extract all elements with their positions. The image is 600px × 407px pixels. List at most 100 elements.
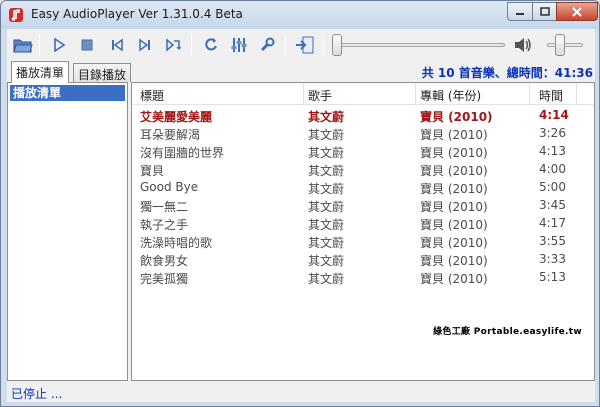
track-row[interactable]: 完美孤獨 其文蔚 寶貝 (2010) 5:13 (132, 269, 594, 287)
track-row-playing[interactable]: 艾美麗愛美麗 其文蔚 寶貝 (2010) 4:14 (132, 107, 594, 125)
close-icon (572, 6, 582, 17)
client-area: 播放清單 目錄播放 共 10 首音樂、總時間：41:36 播放清單 標題 歌手 … (7, 29, 595, 402)
track-album: 寶貝 (2010) (420, 110, 493, 124)
track-time: 3:45 (539, 198, 566, 212)
track-title: 獨一無二 (140, 200, 189, 214)
track-album: 寶貝 (2010) (420, 146, 488, 160)
column-divider[interactable] (415, 83, 416, 105)
column-header-time[interactable]: 時間 (539, 87, 563, 104)
track-artist: 其文蔚 (308, 254, 345, 268)
track-title: 耳朵要解渴 (140, 128, 201, 142)
track-title: 飲食男女 (140, 254, 189, 268)
playlist-panel: 播放清單 (7, 82, 128, 381)
track-artist: 其文蔚 (308, 218, 345, 232)
track-artist: 其文蔚 (308, 182, 345, 196)
track-time: 3:55 (539, 234, 566, 248)
track-artist: 其文蔚 (308, 146, 345, 160)
stop-button[interactable] (75, 33, 99, 57)
title-bar[interactable]: Easy AudioPlayer Ver 1.31.0.4 Beta (1, 1, 599, 29)
track-time: 5:00 (539, 180, 566, 194)
column-header-album[interactable]: 專輯 (年份) (420, 87, 481, 104)
wrench-icon (260, 37, 275, 52)
track-title: 艾美麗愛美麗 (140, 110, 213, 124)
repeat-icon (205, 38, 217, 51)
repeat-button[interactable] (199, 33, 223, 57)
track-album: 寶貝 (2010) (420, 128, 488, 142)
track-artist: 其文蔚 (308, 236, 345, 250)
track-row[interactable]: 獨一無二 其文蔚 寶貝 (2010) 3:45 (132, 197, 594, 215)
app-window: Easy AudioPlayer Ver 1.31.0.4 Beta 播放清單 … (0, 0, 600, 407)
minimize-button[interactable] (507, 2, 533, 21)
track-title: 完美孤獨 (140, 272, 189, 286)
play-button[interactable] (47, 33, 71, 57)
track-artist: 其文蔚 (308, 200, 345, 214)
track-time: 3:26 (539, 126, 566, 140)
maximize-icon (539, 7, 550, 16)
track-row[interactable]: 沒有圍牆的世界 其文蔚 寶貝 (2010) 4:13 (132, 143, 594, 161)
exit-icon (296, 36, 314, 54)
track-row[interactable]: 洗澡時唱的歌 其文蔚 寶貝 (2010) 3:55 (132, 233, 594, 251)
track-row[interactable]: 執子之手 其文蔚 寶貝 (2010) 4:17 (132, 215, 594, 233)
column-divider[interactable] (529, 83, 530, 105)
track-title: 洗澡時唱的歌 (140, 236, 213, 250)
mute-button[interactable] (511, 33, 535, 57)
playlist-summary: 共 10 首音樂、總時間：41:36 (421, 66, 593, 80)
column-divider[interactable] (303, 83, 304, 105)
random-button[interactable] (161, 33, 185, 57)
close-button[interactable] (556, 2, 598, 21)
track-album: 寶貝 (2010) (420, 236, 488, 250)
track-album: 寶貝 (2010) (420, 200, 488, 214)
settings-button[interactable] (255, 33, 279, 57)
equalizer-button[interactable] (227, 33, 251, 57)
track-time: 4:17 (539, 216, 566, 230)
previous-button[interactable] (105, 33, 129, 57)
toolbar-separator (39, 34, 40, 56)
track-album: 寶貝 (2010) (420, 218, 488, 232)
watermark: 綠色工廠 Portable.easylife.tw (433, 324, 582, 337)
status-bar: 已停止 ... (7, 383, 595, 402)
skip-next-icon (139, 38, 150, 52)
play-icon (54, 38, 66, 52)
speaker-icon (515, 38, 531, 52)
track-artist: 其文蔚 (308, 128, 345, 142)
track-title: Good Bye (140, 180, 199, 194)
track-row[interactable]: 耳朵要解渴 其文蔚 寶貝 (2010) 3:26 (132, 125, 594, 143)
track-artist: 其文蔚 (308, 110, 345, 124)
track-row[interactable]: 飲食男女 其文蔚 寶貝 (2010) 3:33 (132, 251, 594, 269)
track-time: 3:33 (539, 252, 566, 266)
toolbar-separator (323, 34, 324, 56)
track-artist: 其文蔚 (308, 272, 345, 286)
track-title: 執子之手 (140, 218, 189, 232)
seek-track[interactable] (337, 43, 505, 47)
playlist-item[interactable]: 播放清單 (10, 85, 125, 101)
column-header-title[interactable]: 標題 (140, 87, 164, 104)
maximize-button[interactable] (532, 2, 557, 21)
track-album: 寶貝 (2010) (420, 254, 488, 268)
column-divider[interactable] (576, 83, 577, 105)
music-note-icon (9, 8, 23, 22)
track-time: 5:13 (539, 270, 566, 284)
toolbar-separator (191, 34, 192, 56)
track-album: 寶貝 (2010) (420, 272, 488, 286)
track-album: 寶貝 (2010) (420, 164, 488, 178)
track-title: 寶貝 (140, 164, 165, 178)
track-time: 4:00 (539, 162, 566, 176)
open-folder-button[interactable] (11, 33, 35, 57)
track-row[interactable]: 寶貝 其文蔚 寶貝 (2010) 4:00 (132, 161, 594, 179)
exit-button[interactable] (293, 33, 317, 57)
track-row[interactable]: Good Bye 其文蔚 寶貝 (2010) 5:00 (132, 179, 594, 197)
track-list-header: 標題 歌手 專輯 (年份) 時間 (132, 83, 594, 105)
seek-slider-thumb[interactable] (332, 34, 342, 56)
track-artist: 其文蔚 (308, 164, 345, 178)
stop-icon (81, 39, 93, 51)
tab-playlist[interactable]: 播放清單 (11, 61, 70, 83)
tab-folder-playback[interactable]: 目錄播放 (73, 63, 132, 82)
volume-track[interactable] (547, 43, 583, 47)
next-button[interactable] (133, 33, 157, 57)
toolbar-separator (285, 34, 286, 56)
track-time: 4:13 (539, 144, 566, 158)
equalizer-icon (231, 38, 247, 52)
track-album: 寶貝 (2010) (420, 182, 488, 196)
column-header-artist[interactable]: 歌手 (308, 87, 332, 104)
volume-slider-thumb[interactable] (555, 34, 565, 56)
